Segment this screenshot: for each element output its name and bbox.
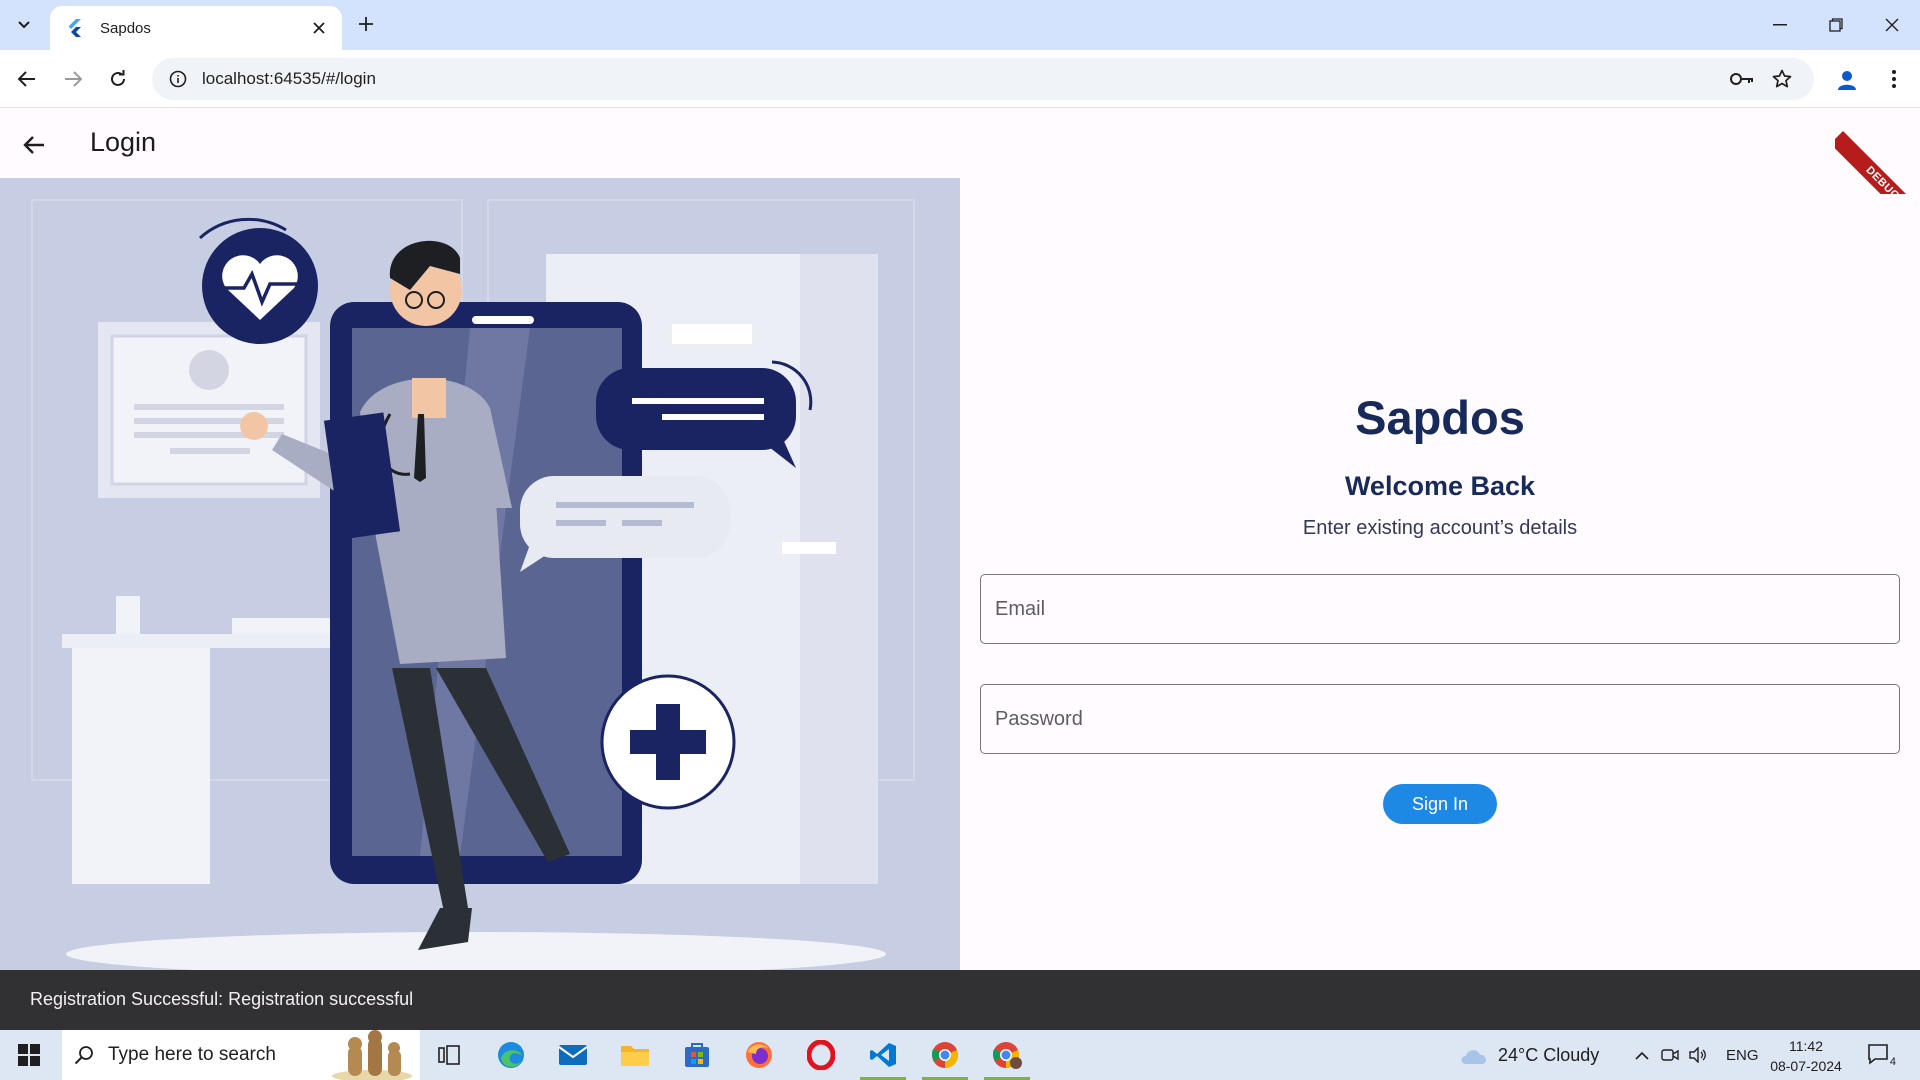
reload-icon [111, 70, 125, 86]
login-subtitle: Enter existing account’s details [1302, 517, 1578, 539]
plus-icon [359, 17, 373, 31]
window-controls [1752, 0, 1920, 50]
more-vert-icon[interactable] [1878, 63, 1910, 95]
brand-title: Sapdos [1355, 391, 1525, 444]
email-input[interactable] [981, 575, 1899, 643]
close-icon[interactable] [308, 17, 330, 39]
back-button[interactable] [11, 63, 43, 95]
doctor-illustration [0, 178, 960, 970]
profile-avatar-icon[interactable] [1830, 63, 1864, 97]
reload-button[interactable] [102, 63, 134, 95]
vscode-icon[interactable] [854, 1030, 912, 1080]
close-window-button[interactable] [1864, 0, 1920, 50]
site-info-icon[interactable] [166, 67, 190, 91]
meet-now-icon[interactable] [1656, 1047, 1684, 1063]
arrow-left-icon [18, 71, 35, 87]
url-text: localhost:64535/#/login [202, 69, 376, 88]
system-tray: ENG [1630, 1030, 1759, 1080]
cloud-icon [1461, 1050, 1486, 1064]
password-input[interactable] [981, 685, 1899, 753]
bookmark-star-icon[interactable] [1764, 61, 1800, 97]
minimize-button[interactable] [1752, 0, 1808, 50]
chrome-icon[interactable] [916, 1030, 974, 1080]
snackbar: Registration Successful: Registration su… [0, 970, 1920, 1030]
app-back-button[interactable] [18, 129, 50, 161]
browser-toolbar: localhost:64535/#/login [0, 50, 1920, 108]
search-icon [74, 1046, 93, 1065]
email-field[interactable] [980, 574, 1900, 644]
start-button[interactable] [0, 1030, 58, 1080]
notification-count: 4 [1887, 1056, 1898, 1068]
browser-tab[interactable]: Sapdos [50, 6, 342, 50]
volume-icon[interactable] [1684, 1047, 1712, 1063]
weather-widget[interactable]: 24°C Cloudy [1458, 1030, 1599, 1080]
file-explorer-icon[interactable] [606, 1030, 664, 1080]
search-placeholder: Type here to search [108, 1044, 276, 1065]
snackbar-message: Registration Successful: Registration su… [30, 989, 414, 1009]
meerkat-search-highlight-icon [332, 1030, 412, 1080]
browser-tab-strip: Sapdos [0, 0, 1920, 50]
weather-text: 24°C Cloudy [1498, 1044, 1600, 1065]
arrow-back-icon [23, 136, 44, 154]
password-field[interactable] [980, 684, 1900, 754]
new-tab-button[interactable] [352, 10, 380, 38]
taskbar-search[interactable]: Type here to search [62, 1030, 420, 1080]
mail-icon[interactable] [544, 1030, 602, 1080]
app-bar: Login [0, 109, 1920, 178]
opera-icon[interactable] [792, 1030, 850, 1080]
chevron-up-icon[interactable] [1630, 1051, 1654, 1060]
clock[interactable]: 11:42 08-07-2024 [1766, 1036, 1846, 1076]
welcome-heading: Welcome Back [1344, 471, 1536, 501]
arrow-right-icon [65, 71, 82, 87]
chrome-profile-icon[interactable] [978, 1030, 1036, 1080]
sign-in-button[interactable]: Sign In [1383, 784, 1497, 824]
tab-search-button[interactable] [6, 8, 42, 42]
restore-button[interactable] [1808, 0, 1864, 50]
chevron-down-icon [18, 21, 30, 29]
notification-center-icon[interactable]: 4 [1862, 1040, 1898, 1070]
task-view-icon[interactable] [420, 1030, 478, 1080]
clock-time: 11:42 [1789, 1038, 1823, 1054]
windows-taskbar: Type here to search 24°C Cloudy ENG 11:4… [0, 1030, 1920, 1080]
doctor-with-phone-illustration [31, 199, 915, 970]
tab-title: Sapdos [100, 19, 151, 37]
clock-date: 08-07-2024 [1770, 1058, 1842, 1074]
language-indicator[interactable]: ENG [1726, 1047, 1759, 1064]
password-key-icon[interactable] [1724, 61, 1760, 97]
windows-logo-icon [18, 1044, 40, 1066]
forward-button[interactable] [57, 63, 89, 95]
flutter-icon [66, 18, 86, 38]
microsoft-store-icon[interactable] [668, 1030, 726, 1080]
page-title: Login [90, 127, 157, 157]
firefox-icon[interactable] [730, 1030, 788, 1080]
address-bar[interactable]: localhost:64535/#/login [152, 58, 1814, 100]
login-panel: Sapdos Welcome Back Enter existing accou… [980, 178, 1900, 970]
edge-icon[interactable] [482, 1030, 540, 1080]
